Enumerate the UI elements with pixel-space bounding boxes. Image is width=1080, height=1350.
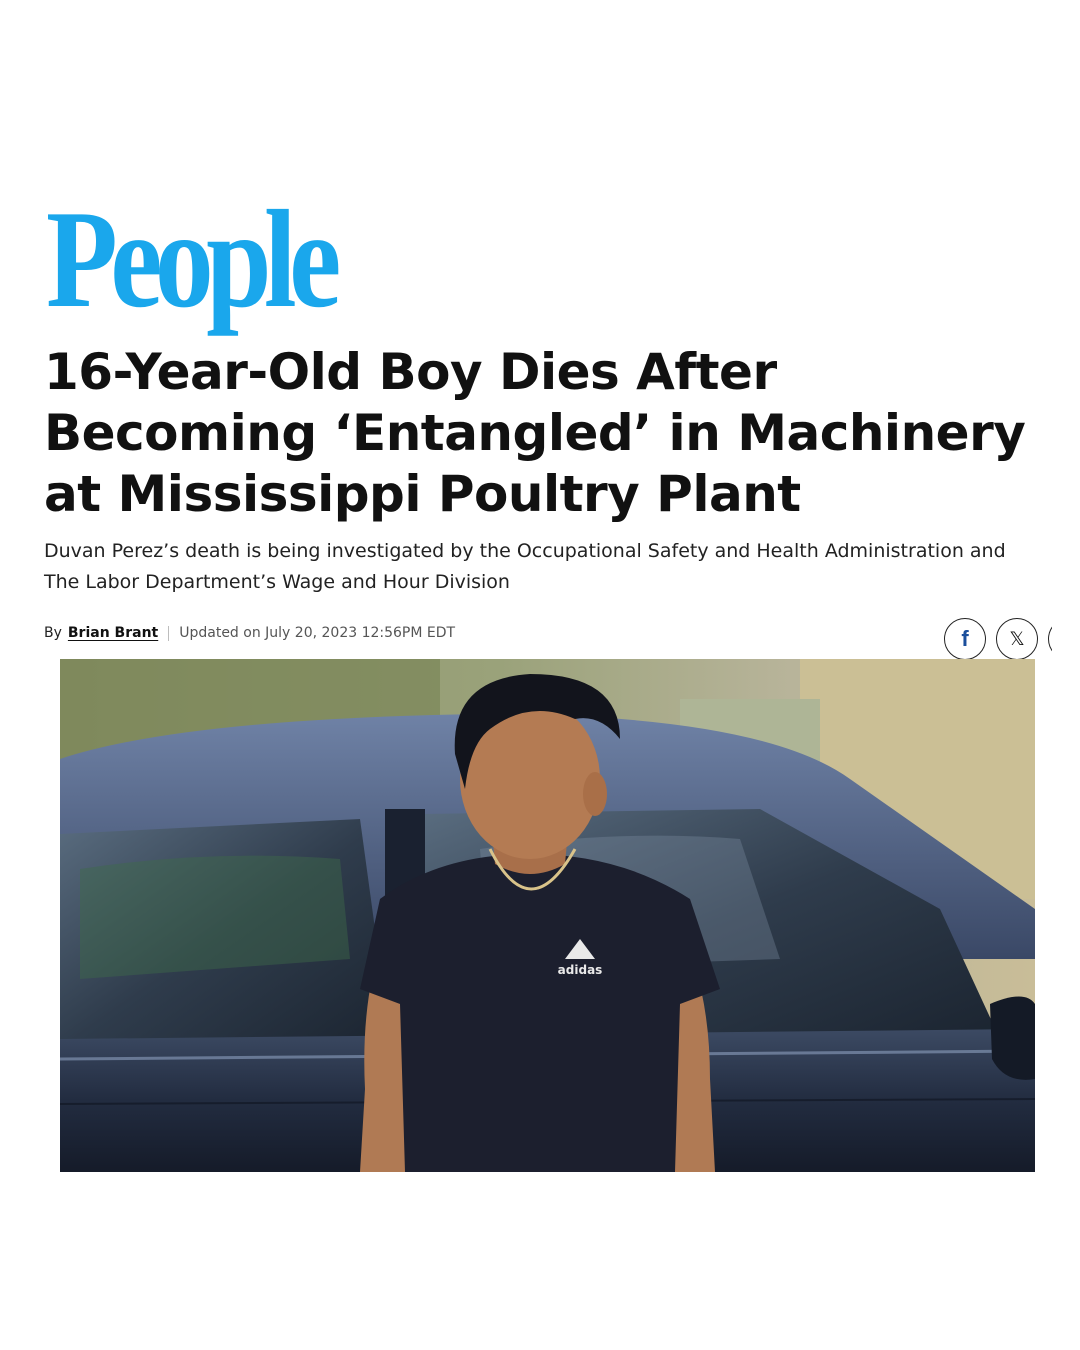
article-dek: Duvan Perez’s death is being investigate… <box>44 540 1006 593</box>
byline-divider <box>168 625 170 641</box>
black-tshirt <box>360 854 720 1172</box>
updated-date: Updated on July 20, 2023 12:56PM EDT <box>179 625 456 641</box>
share-overflow-mask <box>1052 610 1080 670</box>
author-link[interactable]: Brian Brant <box>68 625 158 641</box>
facebook-share-button[interactable]: f <box>944 618 986 660</box>
facebook-icon: f <box>961 626 969 651</box>
article-headline: 16-Year-Old Boy Dies After Becoming ‘Ent… <box>44 343 1026 523</box>
x-icon: 𝕏 <box>1009 627 1025 650</box>
hero-image: adidas <box>60 659 1035 1172</box>
byline-prefix: By <box>44 625 62 641</box>
byline: By Brian Brant Updated on July 20, 2023 … <box>44 622 455 644</box>
x-share-button[interactable]: 𝕏 <box>996 618 1038 660</box>
shirt-logo: adidas <box>558 963 603 977</box>
people-logo[interactable]: People <box>46 190 341 330</box>
